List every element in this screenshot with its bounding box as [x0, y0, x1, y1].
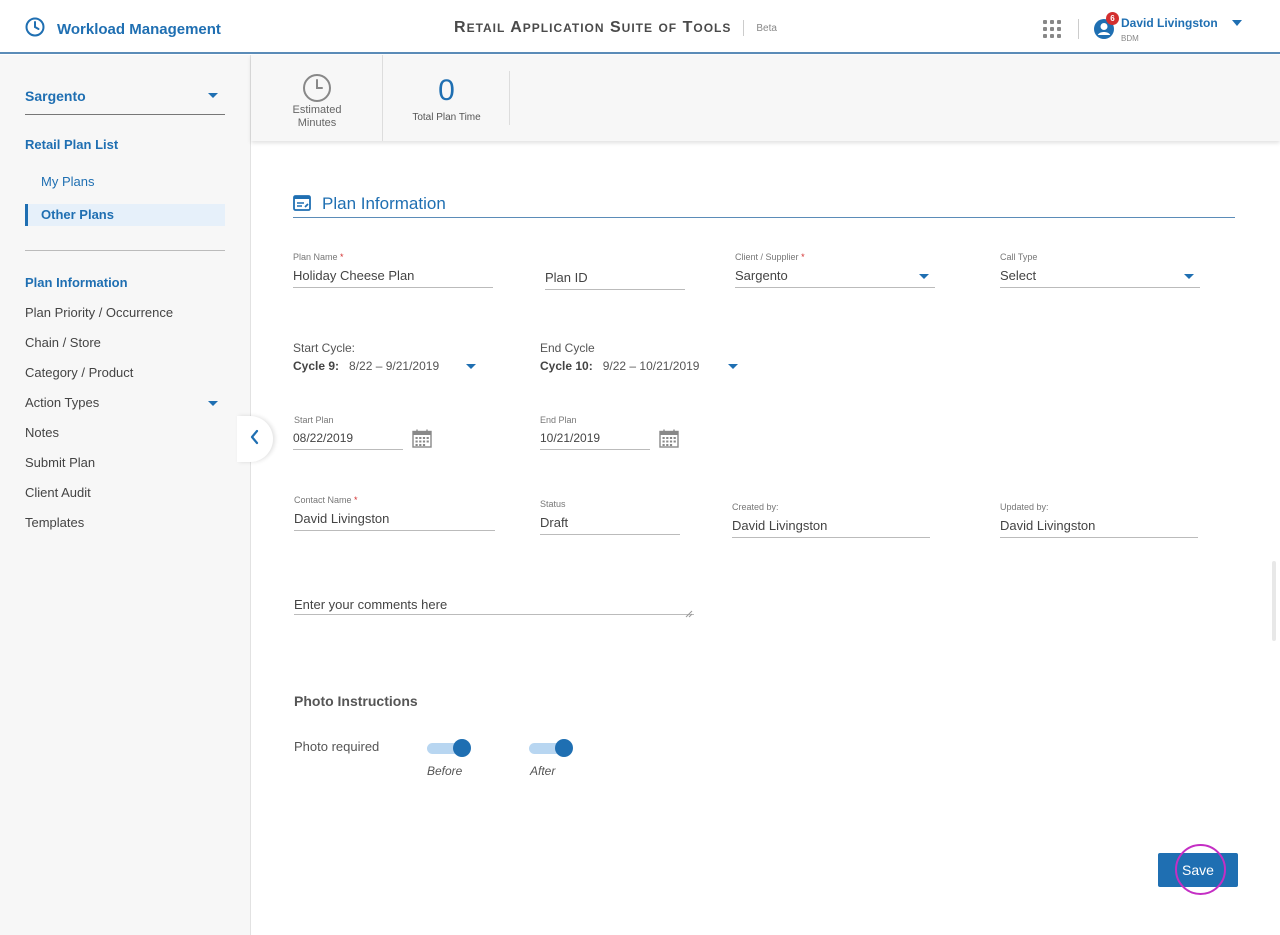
nav-notes[interactable]: Notes	[25, 425, 225, 440]
end-cycle[interactable]: End Cycle Cycle 10: 9/22 – 10/21/2019	[540, 341, 750, 373]
call-type-label: Call Type	[1000, 252, 1038, 262]
chevron-down-icon	[466, 364, 476, 369]
end-plan-input[interactable]: 10/21/2019	[540, 431, 650, 450]
updated-by-field: Updated by: David Livingston	[1000, 502, 1198, 538]
nav-action-types-label: Action Types	[25, 395, 100, 410]
status-value: Draft	[540, 515, 680, 535]
chevron-down-icon	[1184, 274, 1194, 279]
main-content: Plan Information Plan Name * Holiday Che…	[251, 141, 1280, 935]
app-brand[interactable]: Workload Management	[25, 17, 221, 42]
section-header: Plan Information	[293, 194, 1235, 218]
apps-grid-icon[interactable]	[1040, 17, 1064, 41]
photo-after-toggle[interactable]	[529, 738, 575, 758]
total-plan-time-label: Total Plan Time	[412, 112, 481, 123]
nav-chain-store[interactable]: Chain / Store	[25, 335, 225, 350]
created-by-field: Created by: David Livingston	[732, 502, 930, 538]
top-header: Workload Management RETAIL APPLICATION S…	[0, 0, 1280, 54]
photo-instructions-title: Photo Instructions	[294, 693, 418, 709]
updated-by-value: David Livingston	[1000, 518, 1198, 538]
photo-before-label: Before	[427, 764, 463, 778]
user-account-icon[interactable]: 6	[1093, 12, 1119, 40]
photo-after-label: After	[530, 764, 556, 778]
client-supplier-label: Client / Supplier *	[735, 252, 805, 262]
end-plan-label: End Plan	[540, 415, 577, 425]
client-supplier-field[interactable]: Client / Supplier * Sargento	[735, 252, 935, 288]
user-role: BDM	[1121, 33, 1139, 43]
client-select-value: Sargento	[25, 88, 86, 104]
chevron-down-icon[interactable]	[208, 401, 218, 406]
plan-name-field[interactable]: Plan Name * Holiday Cheese Plan	[293, 252, 493, 288]
photo-before-toggle[interactable]	[427, 738, 473, 758]
end-cycle-select[interactable]: Cycle 10: 9/22 – 10/21/2019	[540, 359, 750, 373]
section-title: Plan Information	[322, 194, 446, 213]
created-by-value: David Livingston	[732, 518, 930, 538]
plan-name-input[interactable]: Holiday Cheese Plan	[293, 268, 493, 288]
click-highlight-ring	[1175, 844, 1226, 895]
contact-name-field[interactable]: Contact Name * David Livingston	[294, 495, 495, 531]
calendar-icon[interactable]	[412, 429, 432, 453]
app-title: Workload Management	[57, 21, 221, 38]
end-cycle-title: End Cycle	[540, 341, 595, 355]
plan-id-input[interactable]: Plan ID	[545, 270, 685, 290]
nav-templates[interactable]: Templates	[25, 515, 225, 530]
suite-brand: RETAIL APPLICATION SUITE OF TOOLS Beta	[454, 19, 777, 37]
client-select[interactable]: Sargento	[25, 88, 225, 115]
contact-name-input[interactable]: David Livingston	[294, 511, 495, 531]
estimated-minutes-label: Estimated Minutes	[292, 104, 342, 129]
sidebar-item-other-plans[interactable]: Other Plans	[25, 204, 225, 226]
sidebar: Sargento Retail Plan List My Plans Other…	[0, 55, 251, 935]
app-root: Workload Management RETAIL APPLICATION S…	[0, 0, 1280, 935]
clock-icon	[302, 73, 332, 108]
calendar-icon[interactable]	[659, 429, 679, 453]
chevron-down-icon[interactable]	[1231, 20, 1242, 26]
beta-label: Beta	[756, 22, 777, 34]
scrollbar[interactable]	[1272, 561, 1276, 641]
end-plan-field[interactable]: End Plan 10/21/2019	[540, 415, 690, 450]
call-type-field[interactable]: Call Type Select	[1000, 252, 1200, 288]
client-supplier-select[interactable]: Sargento	[735, 268, 935, 288]
plan-name-label: Plan Name *	[293, 252, 344, 262]
nav-plan-information[interactable]: Plan Information	[25, 275, 225, 290]
total-plan-time-value: 0	[438, 74, 455, 107]
total-plan-time: 0 Total Plan Time	[384, 71, 510, 125]
chevron-down-icon	[208, 93, 218, 98]
nav-category-product[interactable]: Category / Product	[25, 365, 225, 380]
user-area: 6 David Livingston BDM	[1040, 12, 1242, 44]
divider	[1078, 19, 1079, 39]
created-by-label: Created by:	[732, 502, 779, 512]
form-edit-icon	[293, 195, 311, 216]
resize-handle-icon[interactable]	[685, 605, 693, 623]
plan-summary-bar: Estimated Minutes 0 Total Plan Time	[251, 55, 1280, 141]
nav-submit-plan[interactable]: Submit Plan	[25, 455, 225, 470]
estimated-minutes: Estimated Minutes	[251, 55, 383, 141]
clock-icon	[25, 17, 45, 42]
start-plan-field[interactable]: Start Plan 08/22/2019	[293, 415, 443, 450]
contact-name-label: Contact Name *	[294, 495, 358, 505]
status-label: Status	[540, 499, 566, 509]
start-cycle-select[interactable]: Cycle 9: 8/22 – 9/21/2019	[293, 359, 493, 373]
call-type-select[interactable]: Select	[1000, 268, 1200, 288]
nav-plan-priority[interactable]: Plan Priority / Occurrence	[25, 305, 225, 320]
updated-by-label: Updated by:	[1000, 502, 1049, 512]
photo-required-label: Photo required	[294, 739, 380, 754]
comments-textarea[interactable]: Enter your comments here	[294, 597, 694, 615]
start-plan-input[interactable]: 08/22/2019	[293, 431, 403, 450]
notification-badge: 6	[1106, 12, 1119, 25]
retail-plan-list-link[interactable]: Retail Plan List	[25, 137, 118, 152]
status-field: Status Draft	[540, 499, 680, 535]
divider	[25, 250, 225, 251]
chevron-down-icon	[919, 274, 929, 279]
nav-client-audit[interactable]: Client Audit	[25, 485, 225, 500]
start-cycle-title: Start Cycle:	[293, 341, 356, 355]
nav-action-types[interactable]: Action Types	[25, 395, 225, 410]
start-plan-label: Start Plan	[294, 415, 334, 425]
sidebar-item-my-plans[interactable]: My Plans	[25, 171, 225, 193]
user-info[interactable]: David Livingston BDM	[1121, 16, 1218, 43]
divider	[743, 20, 745, 36]
suite-title: RETAIL APPLICATION SUITE OF TOOLS	[454, 19, 732, 36]
chevron-down-icon	[728, 364, 738, 369]
start-cycle[interactable]: Start Cycle: Cycle 9: 8/22 – 9/21/2019	[293, 341, 493, 373]
user-name: David Livingston	[1121, 15, 1218, 30]
plan-id-field[interactable]: Plan ID	[545, 252, 685, 290]
